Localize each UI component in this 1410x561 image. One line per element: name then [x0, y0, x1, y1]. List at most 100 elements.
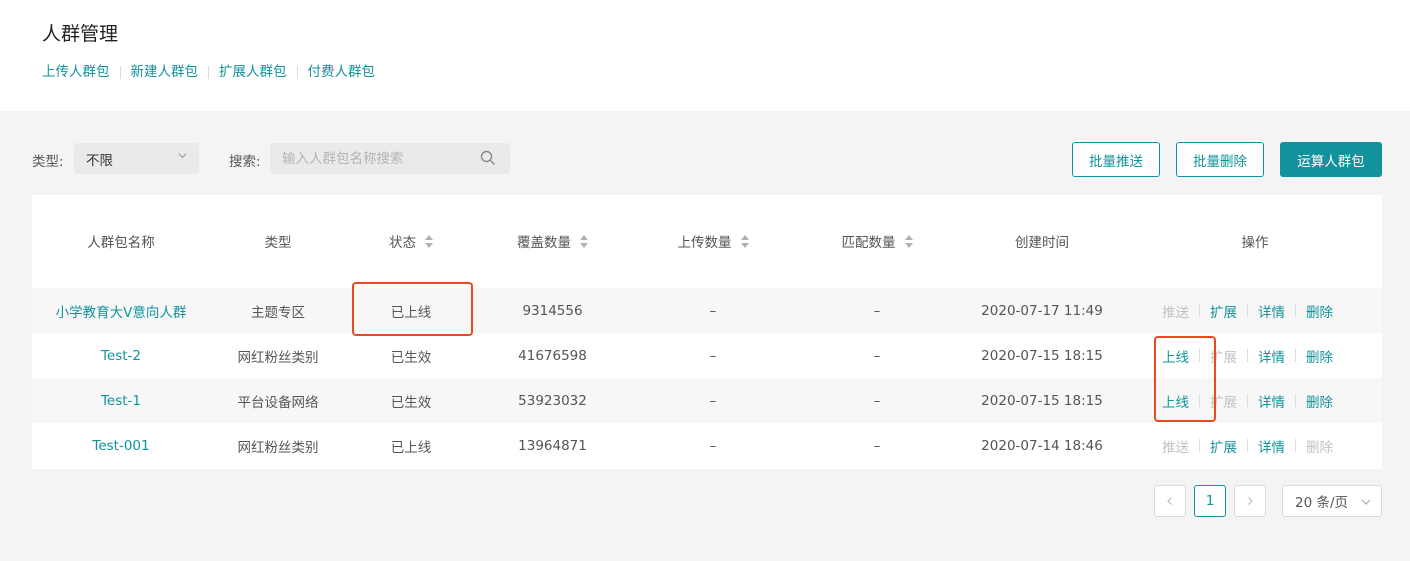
package-type: 平台设备网络 — [237, 394, 319, 411]
tab-paid-package[interactable]: 付费人群包 — [308, 63, 376, 81]
tab-divider — [208, 65, 209, 79]
page-header: 人群管理 上传人群包 新建人群包 扩展人群包 付费人群包 — [0, 0, 1410, 111]
expand-action[interactable]: 扩展 — [1210, 301, 1237, 321]
page-size-value: 20 条/页 — [1295, 495, 1349, 511]
search-input[interactable] — [270, 143, 470, 174]
search-label: 搜索: — [229, 154, 261, 170]
page-title: 人群管理 — [42, 23, 119, 45]
package-created-time: 2020-07-17 11:49 — [981, 302, 1103, 319]
type-select[interactable]: 不限 — [74, 143, 199, 174]
tab-upload-package[interactable]: 上传人群包 — [42, 63, 110, 81]
push-action: 推送 — [1162, 439, 1189, 456]
action-divider — [1247, 439, 1248, 452]
package-name-link[interactable]: Test-001 — [32, 423, 210, 468]
package-status: 已上线 — [390, 439, 432, 456]
page-size-select[interactable]: 20 条/页 — [1282, 485, 1382, 517]
compute-package-button[interactable]: 运算人群包 — [1280, 142, 1382, 177]
expand-action[interactable]: 扩展 — [1210, 436, 1237, 456]
column-header-actions: 操作 — [1241, 235, 1269, 251]
package-name-link[interactable]: Test-1 — [32, 378, 210, 423]
action-divider — [1295, 439, 1296, 452]
package-coverage: 9314556 — [522, 302, 583, 319]
detail-action[interactable]: 详情 — [1258, 391, 1285, 411]
sort-icon[interactable] — [580, 234, 588, 248]
package-coverage: 53923032 — [518, 392, 587, 409]
header-tabs: 上传人群包 新建人群包 扩展人群包 付费人群包 — [42, 63, 375, 81]
tab-expand-package[interactable]: 扩展人群包 — [219, 63, 287, 81]
chevron-down-icon — [178, 153, 187, 159]
action-divider — [1199, 439, 1200, 452]
sort-icon[interactable] — [904, 234, 913, 248]
package-match-count: – — [873, 302, 881, 319]
package-upload-count: – — [709, 347, 717, 364]
column-header-upload[interactable]: 上传数量 — [629, 231, 797, 251]
action-divider — [1199, 304, 1200, 317]
detail-action[interactable]: 详情 — [1258, 346, 1285, 366]
package-name-link[interactable]: Test-2 — [32, 333, 210, 378]
package-match-count: – — [873, 347, 881, 364]
sort-icon[interactable] — [740, 234, 749, 248]
chevron-left-icon — [1167, 497, 1172, 505]
package-type: 网红粉丝类别 — [237, 349, 319, 366]
row-actions: 推送 扩展 详情 删除 — [1162, 423, 1382, 468]
row-actions: 上线 扩展 详情 删除 — [1162, 333, 1382, 378]
column-header-type: 类型 — [264, 235, 292, 251]
type-filter-label: 类型: — [32, 154, 64, 170]
page-number-button[interactable]: 1 — [1194, 485, 1226, 517]
expand-action: 扩展 — [1210, 349, 1237, 366]
chevron-down-icon — [1361, 499, 1371, 505]
type-select-value: 不限 — [86, 152, 113, 169]
table-row: Test-1 平台设备网络 已生效 53923032 – – 2020-07-1… — [32, 378, 1382, 423]
delete-action[interactable]: 删除 — [1306, 391, 1333, 411]
batch-delete-button[interactable]: 批量删除 — [1176, 142, 1264, 177]
chevron-right-icon — [1248, 497, 1253, 505]
column-header-name: 人群包名称 — [87, 235, 155, 251]
online-action[interactable]: 上线 — [1162, 391, 1189, 411]
package-type: 网红粉丝类别 — [237, 439, 319, 456]
batch-push-button[interactable]: 批量推送 — [1072, 142, 1160, 177]
package-coverage: 41676598 — [518, 347, 587, 364]
package-created-time: 2020-07-15 18:15 — [981, 392, 1103, 409]
table-header: 人群包名称 类型 状态 覆盖数量 上传数量 匹配数量 创建时间 操作 — [32, 195, 1382, 288]
action-divider — [1247, 394, 1248, 407]
prev-page-button[interactable] — [1154, 485, 1186, 517]
table-row: 小学教育大V意向人群 主题专区 已上线 9314556 – – 2020-07-… — [32, 288, 1382, 333]
push-action: 推送 — [1162, 304, 1189, 321]
package-type: 主题专区 — [251, 304, 305, 321]
search-box — [270, 143, 510, 174]
column-header-status[interactable]: 状态 — [346, 231, 476, 251]
package-name-link[interactable]: 小学教育大V意向人群 — [32, 288, 210, 333]
package-coverage: 13964871 — [518, 437, 587, 454]
detail-action[interactable]: 详情 — [1258, 301, 1285, 321]
package-upload-count: – — [709, 392, 717, 409]
package-status: 已上线 — [390, 304, 432, 321]
search-icon[interactable] — [480, 150, 496, 166]
column-header-coverage[interactable]: 覆盖数量 — [476, 231, 629, 251]
delete-action[interactable]: 删除 — [1306, 346, 1333, 366]
row-actions: 推送 扩展 详情 删除 — [1162, 288, 1382, 333]
action-divider — [1247, 349, 1248, 362]
package-upload-count: – — [709, 302, 717, 319]
column-header-match[interactable]: 匹配数量 — [797, 231, 957, 251]
package-upload-count: – — [709, 437, 717, 454]
delete-action[interactable]: 删除 — [1306, 301, 1333, 321]
expand-action: 扩展 — [1210, 394, 1237, 411]
action-divider — [1247, 304, 1248, 317]
action-divider — [1199, 349, 1200, 362]
crowd-package-table: 人群包名称 类型 状态 覆盖数量 上传数量 匹配数量 创建时间 操作 小学教育大… — [32, 195, 1382, 469]
sort-icon[interactable] — [425, 234, 433, 248]
next-page-button[interactable] — [1234, 485, 1266, 517]
delete-action: 删除 — [1306, 439, 1333, 456]
table-row: Test-2 网红粉丝类别 已生效 41676598 – – 2020-07-1… — [32, 333, 1382, 378]
column-header-created: 创建时间 — [1015, 235, 1069, 251]
detail-action[interactable]: 详情 — [1258, 436, 1285, 456]
action-divider — [1295, 304, 1296, 317]
package-match-count: – — [873, 437, 881, 454]
tab-new-package[interactable]: 新建人群包 — [131, 63, 199, 81]
online-action[interactable]: 上线 — [1162, 346, 1189, 366]
package-status: 已生效 — [390, 394, 432, 411]
action-divider — [1295, 349, 1296, 362]
package-match-count: – — [873, 392, 881, 409]
tab-divider — [119, 65, 121, 79]
tab-divider — [296, 65, 298, 79]
